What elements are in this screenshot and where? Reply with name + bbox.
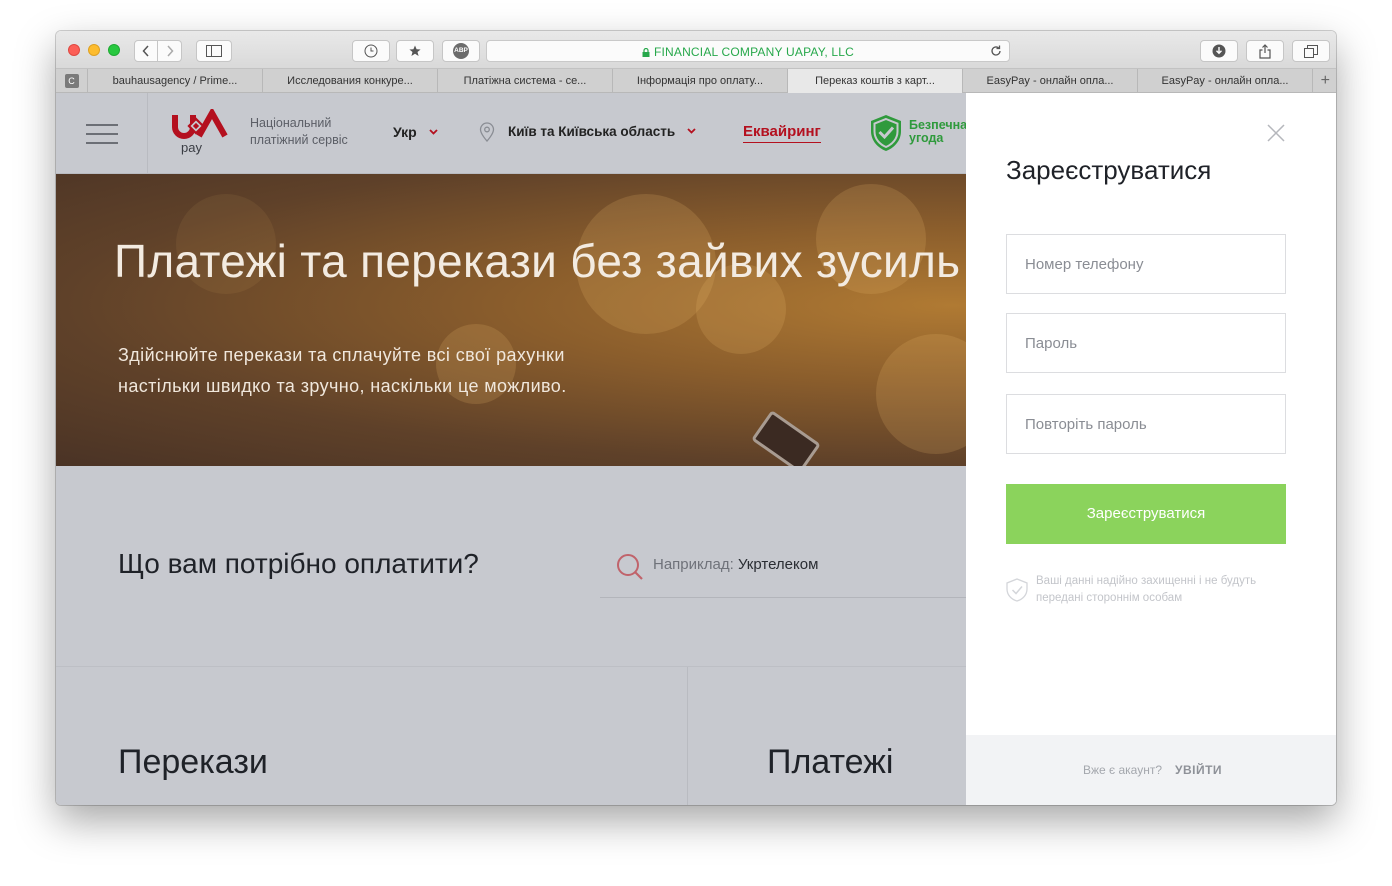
close-window-button[interactable] — [68, 44, 80, 56]
location-pin-icon — [479, 122, 495, 142]
share-button[interactable] — [1246, 40, 1284, 62]
history-button[interactable] — [352, 40, 390, 62]
phone-field[interactable] — [1006, 234, 1286, 294]
tabs-overview-button[interactable] — [1292, 40, 1330, 62]
tab-research[interactable]: Исследования конкуре... — [263, 69, 438, 93]
transfers-card-title[interactable]: Перекази — [118, 743, 268, 782]
menu-burger-icon[interactable] — [86, 124, 118, 144]
chevron-down-icon — [687, 128, 696, 134]
tab-easypay-1[interactable]: EasyPay - онлайн опла... — [963, 69, 1138, 93]
login-link[interactable]: УВІЙТИ — [1175, 763, 1222, 777]
clock-icon — [364, 44, 378, 58]
minimize-window-button[interactable] — [88, 44, 100, 56]
search-example-value: Укртелеком — [737, 556, 819, 573]
acquiring-link[interactable]: Еквайринг — [743, 123, 821, 143]
search-input[interactable]: Наприклад: Укртелеком — [653, 556, 818, 573]
bookmarks-button[interactable] — [396, 40, 434, 62]
password-field[interactable] — [1006, 313, 1286, 373]
register-footer: Вже є акаунт? УВІЙТИ — [966, 735, 1336, 805]
hero-subtitle: Здійснюйте перекази та сплачуйте всі сво… — [118, 340, 567, 402]
star-icon — [409, 45, 421, 56]
national-service-label: Національний платіжний сервіс — [250, 115, 348, 149]
close-icon[interactable] — [1266, 123, 1286, 143]
chevron-left-icon — [142, 45, 149, 57]
lock-icon — [642, 48, 650, 57]
card-divider — [687, 667, 688, 805]
language-label: Укр — [393, 124, 417, 140]
register-title: Зареєструватися — [1006, 155, 1212, 185]
phone-image — [751, 410, 821, 466]
back-button[interactable] — [134, 40, 158, 62]
hero-subtitle-line-2: настільки швидко та зручно, наскільки це… — [118, 376, 567, 396]
search-underline — [600, 597, 1000, 598]
national-line-2: платіжний сервіс — [250, 133, 348, 147]
safe-deal-link[interactable]: Безпечна угода — [909, 119, 967, 145]
tab-bauhausagency[interactable]: bauhausagency / Prime... — [88, 69, 263, 93]
adblock-icon: ABP — [453, 43, 469, 59]
web-page: pay Національний платіжний сервіс Укр Ки… — [56, 93, 1336, 805]
national-line-1: Національний — [250, 116, 332, 130]
tab-card-transfer[interactable]: Переказ коштів з карт... — [788, 69, 963, 93]
register-button[interactable]: Зареєструватися — [1006, 484, 1286, 544]
tab-payment-system[interactable]: Платіжна система - се... — [438, 69, 613, 93]
share-icon — [1259, 43, 1271, 59]
search-icon[interactable] — [616, 553, 644, 581]
have-account-text: Вже є акаунт? — [1083, 763, 1163, 777]
plus-icon: + — [1320, 71, 1330, 89]
reload-icon[interactable] — [989, 44, 1003, 58]
payment-question: Що вам потрібно оплатити? — [118, 548, 479, 579]
browser-toolbar: ABP FINANCIAL COMPANY UAPAY, LLC — [56, 31, 1336, 69]
register-panel: Зареєструватися Зареєструватися Ваші дан… — [966, 93, 1336, 805]
data-protection-note: Ваші данні надійно захищенні і не будуть… — [1036, 575, 1257, 604]
tab-payment-info[interactable]: Інформація про оплату... — [613, 69, 788, 93]
hero-subtitle-line-1: Здійснюйте перекази та сплачуйте всі сво… — [118, 345, 565, 365]
url-text: FINANCIAL COMPANY UAPAY, LLC — [653, 45, 855, 59]
region-selector[interactable]: Київ та Київська область — [508, 124, 696, 139]
zoom-window-button[interactable] — [108, 44, 120, 56]
language-selector[interactable]: Укр — [393, 124, 438, 140]
tab-bar: C bauhausagency / Prime... Исследования … — [56, 69, 1336, 93]
region-label: Київ та Київська область — [508, 124, 676, 139]
chevron-right-icon — [166, 45, 174, 57]
shield-check-icon — [871, 115, 901, 151]
repeat-password-field[interactable] — [1006, 394, 1286, 454]
sidebar-toggle-button[interactable] — [196, 40, 232, 62]
chevron-down-icon — [428, 129, 438, 135]
new-tab-button[interactable]: + — [1313, 69, 1336, 92]
hero-title: Платежі та перекази без зайвих зусиль — [114, 235, 961, 287]
tabs-icon — [1304, 44, 1318, 58]
pinned-tab[interactable]: C — [56, 69, 88, 93]
favicon-icon: C — [64, 74, 79, 88]
adblock-button[interactable]: ABP — [442, 40, 480, 62]
payments-card-title[interactable]: Платежі — [767, 743, 893, 782]
search-example-prefix: Наприклад: — [653, 556, 734, 573]
browser-window: ABP FINANCIAL COMPANY UAPAY, LLC C bauha… — [56, 31, 1336, 805]
sidebar-icon — [206, 45, 222, 57]
logo-pay-text: pay — [181, 140, 202, 155]
tab-easypay-2[interactable]: EasyPay - онлайн опла... — [1138, 69, 1313, 93]
safe-deal-line-2: угода — [909, 131, 944, 145]
forward-button[interactable] — [158, 40, 182, 62]
shield-check-icon — [1006, 578, 1028, 602]
address-bar[interactable]: FINANCIAL COMPANY UAPAY, LLC — [486, 40, 1010, 62]
download-icon — [1212, 44, 1226, 58]
downloads-button[interactable] — [1200, 40, 1238, 62]
header-divider — [147, 93, 148, 174]
